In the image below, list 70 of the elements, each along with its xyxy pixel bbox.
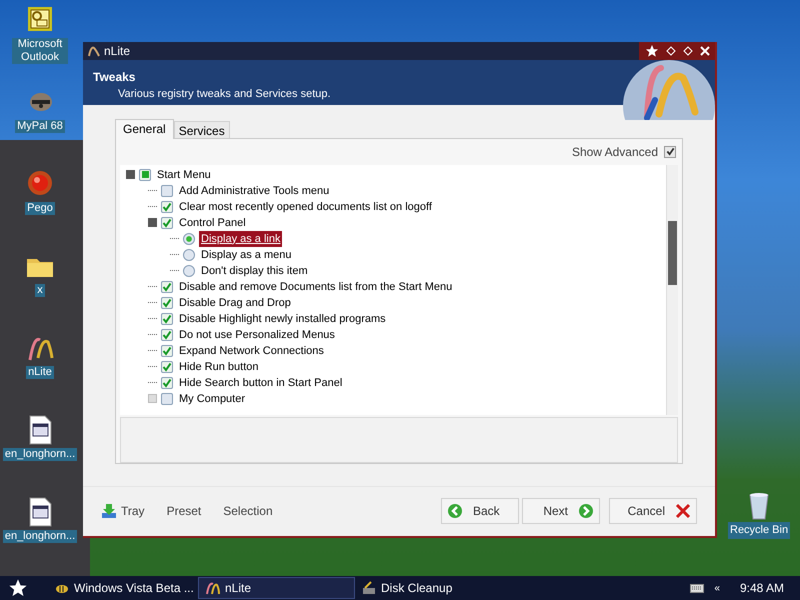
checkbox[interactable] xyxy=(161,376,173,389)
checkbox[interactable] xyxy=(161,296,173,309)
page-title: Tweaks xyxy=(93,69,136,86)
desktop-icon-label[interactable]: Recycle Bin xyxy=(728,522,790,538)
window-title: nLite xyxy=(104,43,130,60)
desktop-icon-label[interactable]: en_longhorn... xyxy=(2,530,78,543)
close-icon[interactable] xyxy=(700,46,710,56)
tree-item-label[interactable]: Expand Network Connections xyxy=(177,342,326,360)
footer-link[interactable]: Tray xyxy=(101,502,145,520)
page-subtitle: Various registry tweaks and Services setup. xyxy=(117,87,332,102)
tree-item-label[interactable]: Control Panel xyxy=(177,214,248,232)
taskbar-button[interactable]: Windows Vista Beta ... xyxy=(48,577,198,599)
back-button[interactable]: Back xyxy=(441,498,519,524)
star-icon[interactable] xyxy=(644,44,658,58)
tab[interactable]: General xyxy=(115,118,174,139)
desktop-icon-label[interactable]: Microsoft Outlook xyxy=(12,38,68,64)
start-star-icon[interactable] xyxy=(8,578,28,598)
checkbox[interactable] xyxy=(161,184,173,197)
checkbox[interactable] xyxy=(139,168,151,181)
radio-button[interactable] xyxy=(183,264,195,277)
tree-item-label[interactable]: Clear most recently opened documents list on logoff xyxy=(177,198,434,216)
desktop-icon-label[interactable]: x xyxy=(35,284,45,297)
show-advanced-label: Show Advanced xyxy=(572,144,658,161)
next-button[interactable]: Next xyxy=(522,498,600,524)
close-icon xyxy=(675,503,691,520)
collapse-toggle[interactable] xyxy=(126,170,135,180)
checkbox[interactable] xyxy=(161,328,173,341)
clock: 9:48 AM xyxy=(740,580,784,597)
tab[interactable]: Services xyxy=(174,120,230,138)
keyboard-icon[interactable] xyxy=(690,584,704,592)
taskbar-button[interactable]: Disk Cleanup xyxy=(355,577,505,599)
tree-item-label[interactable]: Disable and remove Documents list from the Start Menu xyxy=(177,278,454,296)
minimize-icon[interactable] xyxy=(666,46,676,56)
tree-item-label[interactable]: Do not use Personalized Menus xyxy=(177,326,337,344)
broom-icon xyxy=(361,580,377,596)
checkbox[interactable] xyxy=(161,360,173,373)
tree-item-label[interactable]: Hide Search button in Start Panel xyxy=(177,374,344,392)
tree-item-label[interactable]: Don't display this item xyxy=(199,262,310,280)
tree-item-label[interactable]: My Computer xyxy=(177,390,248,408)
tray-expand-button[interactable]: « xyxy=(714,580,720,596)
desktop-icon-label[interactable]: MyPal 68 xyxy=(15,120,65,133)
cancel-button[interactable]: Cancel xyxy=(609,498,697,524)
tree-item-label[interactable]: Disable Highlight newly installed programs xyxy=(177,310,388,328)
checkbox[interactable] xyxy=(161,392,173,405)
desktop-icon-label[interactable]: nLite xyxy=(26,366,54,379)
checkbox[interactable] xyxy=(161,216,173,229)
footer-link[interactable]: Preset xyxy=(166,502,202,520)
expand-toggle[interactable] xyxy=(148,394,157,404)
tree-item-label[interactable]: Start Menu xyxy=(155,166,213,184)
collapse-toggle[interactable] xyxy=(148,218,157,228)
tree-item-label[interactable]: Display as a menu xyxy=(199,246,294,264)
nlite-logo-icon xyxy=(87,45,101,57)
show-advanced-checkbox[interactable] xyxy=(664,146,676,158)
radio-button[interactable] xyxy=(183,248,195,261)
desktop-icon-label[interactable]: Pego xyxy=(25,202,55,215)
footer-link[interactable]: Selection xyxy=(223,502,273,520)
taskbar-button[interactable]: nLite xyxy=(198,577,355,599)
tree-item-label[interactable]: Add Administrative Tools menu xyxy=(177,182,332,200)
checkbox[interactable] xyxy=(161,312,173,325)
tree-item-label[interactable]: Display as a link xyxy=(199,230,282,248)
checkbox[interactable] xyxy=(161,344,173,357)
tree-item-label[interactable]: Hide Run button xyxy=(177,358,260,376)
maximize-icon[interactable] xyxy=(682,46,692,56)
nlite-logo-icon xyxy=(205,580,221,596)
desktop-icon-label[interactable]: en_longhorn... xyxy=(2,448,78,461)
radio-button[interactable] xyxy=(183,232,195,245)
checkbox[interactable] xyxy=(161,280,173,293)
tree-item-label[interactable]: Disable Drag and Drop xyxy=(177,294,293,312)
scrollbar-thumb[interactable] xyxy=(668,220,677,285)
checkbox[interactable] xyxy=(161,200,173,213)
